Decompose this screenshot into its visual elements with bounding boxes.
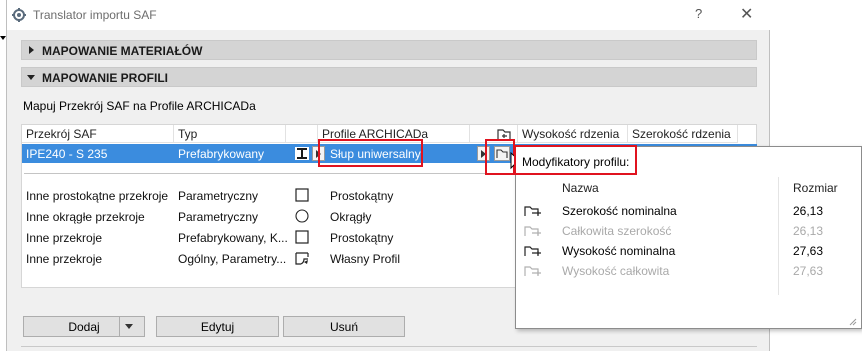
add-button-separator xyxy=(119,317,120,336)
modifier-value: 26,13 xyxy=(793,204,824,218)
modifier-row[interactable]: Wysokość całkowita 27,63 xyxy=(516,261,861,281)
edit-button[interactable]: Edytuj xyxy=(156,316,279,337)
close-button[interactable]: ✕ xyxy=(740,4,753,24)
modifier-value: 26,13 xyxy=(793,224,824,238)
cell-section: Inne prostokątne przekroje xyxy=(26,189,169,203)
modifier-dimension-icon xyxy=(524,226,541,236)
modifier-name: Całkowita szerokość xyxy=(562,224,672,238)
delete-button[interactable]: Usuń xyxy=(283,316,405,337)
cell-section: IPE240 - S 235 xyxy=(26,147,108,161)
popup-title: Modyfikatory profilu: xyxy=(522,155,630,169)
edit-button-label: Edytuj xyxy=(200,320,235,334)
cell-profile: Prostokątny xyxy=(330,231,394,245)
circle-profile-icon xyxy=(295,209,309,223)
resize-grip-icon[interactable] xyxy=(849,315,857,326)
popup-header-size: Rozmiar xyxy=(793,181,838,195)
cell-type: Ogólny, Parametry... xyxy=(178,252,287,266)
modifier-dimension-icon xyxy=(524,266,541,276)
delete-button-label: Usuń xyxy=(329,320,358,334)
section-materials-label: MAPOWANIE MATERIAŁÓW xyxy=(42,44,203,58)
app-gear-icon xyxy=(12,8,26,22)
modifier-value: 27,63 xyxy=(793,244,824,258)
column-header-core-width[interactable]: Szerokość rdzenia xyxy=(628,125,738,143)
cell-type: Parametryczny xyxy=(178,189,259,203)
title-bar: Translator importu SAF ? ✕ xyxy=(7,0,771,30)
cell-section: Inne przekroje xyxy=(26,252,103,266)
modifier-name: Wysokość nominalna xyxy=(562,244,676,258)
add-button-label: Dodaj xyxy=(68,320,100,334)
expand-arrow-icon xyxy=(29,46,34,54)
i-beam-icon xyxy=(295,147,309,160)
section-profiles-header[interactable]: MAPOWANIE PROFILI xyxy=(21,67,757,87)
modifier-value: 27,63 xyxy=(793,264,824,278)
modifier-dimension-icon xyxy=(524,246,541,256)
cell-profile: Własny Profil xyxy=(330,252,401,266)
cell-section: Inne przekroje xyxy=(26,231,103,245)
window-title: Translator importu SAF xyxy=(33,8,157,22)
column-header-core-height[interactable]: Wysokość rdzenia xyxy=(518,125,628,143)
column-header-type[interactable]: Typ xyxy=(174,125,286,143)
bottom-separator xyxy=(21,346,757,347)
modifier-dimension-icon xyxy=(524,206,541,216)
section-profiles-label: MAPOWANIE PROFILI xyxy=(42,71,168,85)
cell-profile: Okrągły xyxy=(330,210,372,224)
modifier-row[interactable]: Szerokość nominalna 26,13 xyxy=(516,201,861,221)
cell-type: Prefabrykowany, K... xyxy=(178,231,288,245)
modifier-row[interactable]: Wysokość nominalna 27,63 xyxy=(516,241,861,261)
section-materials-header[interactable]: MAPOWANIE MATERIAŁÓW xyxy=(21,40,757,60)
add-dropdown-arrow-icon[interactable] xyxy=(125,324,133,329)
cell-profile: Prostokątny xyxy=(330,189,394,203)
cell-type: Prefabrykowany xyxy=(178,147,265,161)
profile-modifier-button[interactable] xyxy=(494,146,510,161)
column-header-section[interactable]: Przekrój SAF xyxy=(22,125,174,143)
cell-section: Inne okrągłe przekroje xyxy=(26,210,145,224)
map-description: Mapuj Przekrój SAF na Profile ARCHICADa xyxy=(23,99,256,113)
cell-type: Parametryczny xyxy=(178,210,259,224)
column-header-blank-1 xyxy=(286,125,318,143)
modifier-name: Szerokość nominalna xyxy=(562,204,677,218)
custom-profile-icon xyxy=(295,252,309,265)
rectangle-profile-icon xyxy=(295,188,309,202)
rectangle-profile-icon xyxy=(295,230,309,244)
profile-modifier-icon xyxy=(496,149,508,158)
modifier-name: Wysokość całkowita xyxy=(562,264,670,278)
popup-header-name: Nazwa xyxy=(562,181,599,195)
highlight-profile-box xyxy=(318,139,423,167)
profile-modifiers-popup: Modyfikatory profilu: Nazwa Rozmiar Szer… xyxy=(514,145,862,329)
modifier-row[interactable]: Całkowita szerokość 26,13 xyxy=(516,221,861,241)
collapse-arrow-icon xyxy=(27,75,35,80)
help-button[interactable]: ? xyxy=(695,6,702,21)
